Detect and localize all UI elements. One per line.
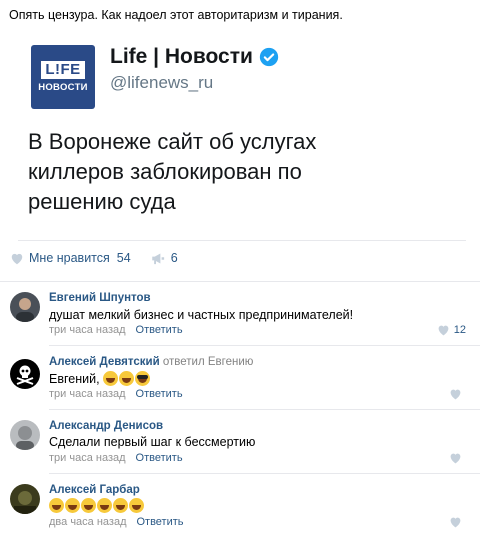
heart-icon xyxy=(438,325,449,336)
comment-item: Алексей Девятский ответил Евгению Евгени… xyxy=(0,347,480,407)
heart-icon xyxy=(450,453,461,464)
reply-button[interactable]: Ответить xyxy=(136,324,183,336)
avatar[interactable] xyxy=(10,292,40,322)
comment-meta: два часа назад Ответить xyxy=(49,516,184,528)
lifenews-logo[interactable]: L!FE НОВОСТИ xyxy=(31,45,95,109)
heart-icon xyxy=(450,389,461,400)
reply-button[interactable]: Ответить xyxy=(136,516,183,528)
avatar[interactable] xyxy=(10,359,40,389)
joy-emoji-icon xyxy=(97,498,112,513)
reply-button[interactable]: Ответить xyxy=(136,388,183,400)
embed-body-text: В Воронеже сайт об услугах киллеров забл… xyxy=(28,129,317,214)
avatar[interactable] xyxy=(10,484,40,514)
comment-like[interactable] xyxy=(449,516,466,528)
comment-author-name[interactable]: Алексей Девятский xyxy=(49,356,160,368)
comment-like[interactable]: 12 xyxy=(437,324,466,336)
sunglasses-emoji-icon xyxy=(135,371,151,386)
comment-author-name[interactable]: Алексей Гарбар xyxy=(49,484,140,496)
comment-text: душат мелкий бизнес и частных предприним… xyxy=(49,308,354,322)
joy-emoji-icon xyxy=(129,498,144,513)
comment-meta: три часа назад Ответить xyxy=(49,324,183,336)
comment-author-name[interactable]: Евгений Шпунтов xyxy=(49,292,151,304)
joy-emoji-icon xyxy=(113,498,128,513)
comment-author[interactable]: Александр Денисов xyxy=(49,420,163,432)
comment-meta: три часа назад Ответить xyxy=(49,388,183,400)
logo-bottom-text: НОВОСТИ xyxy=(38,82,88,93)
grin-emoji-icon xyxy=(119,371,135,386)
comment-item: Александр Денисов Сделали первый шаг к б… xyxy=(0,411,480,471)
comment-text xyxy=(49,498,145,513)
verified-badge-icon xyxy=(259,47,279,67)
like-button-label[interactable]: Мне нравится xyxy=(29,251,110,265)
comment-author-name[interactable]: Александр Денисов xyxy=(49,420,163,432)
like-count[interactable]: 54 xyxy=(117,251,131,265)
reply-to-label[interactable]: ответил Евгению xyxy=(163,356,254,368)
comment-divider xyxy=(49,409,480,410)
grin-sweat-emoji-icon xyxy=(103,371,119,386)
account-name-text: Life | Новости xyxy=(110,45,253,68)
avatar[interactable] xyxy=(10,420,40,450)
comment-item: Алексей Гарбар два часа назад Ответить xyxy=(0,475,480,535)
comment-author[interactable]: Алексей Гарбар xyxy=(49,484,140,496)
comment-text: Сделали первый шаг к бессмертию xyxy=(49,435,256,449)
comment-author[interactable]: Евгений Шпунтов xyxy=(49,292,151,304)
heart-icon[interactable] xyxy=(10,252,24,265)
comment-divider xyxy=(49,345,480,346)
comment-time[interactable]: два часа назад xyxy=(49,516,126,528)
logo-top-text: L!FE xyxy=(41,61,85,79)
comment-item: Евгений Шпунтов душат мелкий бизнес и ча… xyxy=(0,283,480,343)
comment-like[interactable] xyxy=(449,388,466,400)
joy-emoji-icon xyxy=(65,498,80,513)
embed-handle[interactable]: @lifenews_ru xyxy=(110,73,213,93)
reply-button[interactable]: Ответить xyxy=(136,452,183,464)
share-count[interactable]: 6 xyxy=(171,251,178,265)
megaphone-share-icon[interactable] xyxy=(151,252,166,265)
comment-text: Евгений, xyxy=(49,371,151,386)
post-text: Опять цензура. Как надоел этот авторитар… xyxy=(9,8,343,22)
joy-emoji-icon xyxy=(49,498,64,513)
comment-divider xyxy=(49,473,480,474)
post-actions: Мне нравится 54 6 xyxy=(10,251,178,265)
comment-text-content: Евгений, xyxy=(49,372,100,386)
comment-meta: три часа назад Ответить xyxy=(49,452,183,464)
joy-emoji-icon xyxy=(81,498,96,513)
heart-icon xyxy=(450,517,461,528)
comment-like[interactable] xyxy=(449,452,466,464)
comment-time[interactable]: три часа назад xyxy=(49,388,126,400)
comment-time[interactable]: три часа назад xyxy=(49,324,126,336)
comment-like-count: 12 xyxy=(453,324,466,336)
comments-divider xyxy=(0,281,480,282)
embedded-tweet[interactable]: L!FE НОВОСТИ Life | Новости @lifenews_ru… xyxy=(18,27,466,241)
embed-account-name[interactable]: Life | Новости xyxy=(110,45,279,69)
comment-time[interactable]: три часа назад xyxy=(49,452,126,464)
comment-author[interactable]: Алексей Девятский ответил Евгению xyxy=(49,356,253,368)
